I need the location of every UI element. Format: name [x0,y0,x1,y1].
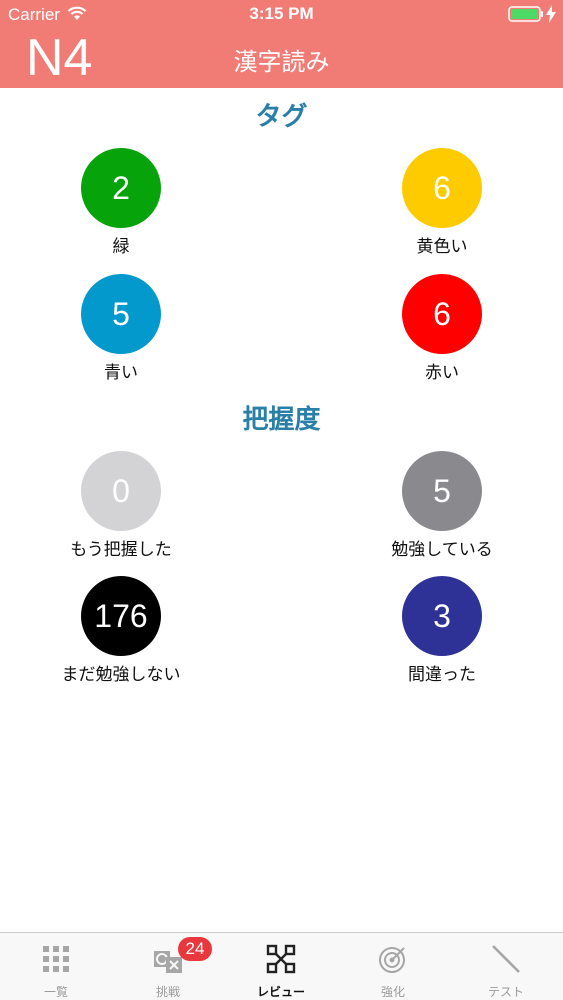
tag-blue[interactable]: 5 青い [21,274,221,383]
mastery-not-studied-label: まだ勉強しない [61,665,181,685]
tab-test[interactable]: テスト [450,933,562,1000]
tab-challenge[interactable]: 24 挑戦 [112,933,224,1000]
mastery-studying[interactable]: 5 勉強している [342,451,542,560]
mastery-section-title: 把握度 [242,405,321,435]
tag-red-count[interactable]: 6 [402,274,482,354]
status-bar: Carrier 3:15 PM [0,0,563,30]
tag-red[interactable]: 6 赤い [342,274,542,383]
tag-blue-count[interactable]: 5 [81,274,161,354]
tag-red-label: 赤い [425,363,459,383]
tag-green-label: 緑 [112,237,130,257]
mastery-wrong-count[interactable]: 3 [402,576,482,656]
tab-review-label: レビュー [256,985,305,999]
mastery-not-studied-count[interactable]: 176 [81,576,161,656]
mastery-studying-count[interactable]: 5 [402,451,482,531]
mastery-mastered-label: もう把握した [70,540,172,560]
mastery-not-studied[interactable]: 176 まだ勉強しない [21,576,221,685]
battery-icon [508,6,544,26]
tag-green-count[interactable]: 2 [81,148,161,228]
mastery-mastered-count[interactable]: 0 [81,451,161,531]
tag-yellow[interactable]: 6 黄色い [342,148,542,257]
grid-icon [40,943,72,975]
mastery-studying-label: 勉強している [391,540,493,560]
tab-strengthen-label: 強化 [380,985,405,999]
tab-list-label: 一覧 [43,985,68,999]
tags-section-title: タグ [255,102,308,132]
tab-bar: 一覧 24 挑戦 レビュー 強化 テスト [0,932,563,1000]
tag-yellow-label: 黄色い [416,237,468,257]
status-time: 3:15 PM [249,4,314,23]
tab-test-label: テスト [487,985,524,999]
tab-list[interactable]: 一覧 [0,933,112,1000]
tag-blue-label: 青い [104,363,138,383]
mastery-mastered[interactable]: 0 もう把握した [21,451,221,560]
pencil-icon [490,943,522,975]
tab-strengthen[interactable]: 強化 [337,933,449,1000]
tab-challenge-label: 挑戦 [155,985,180,999]
challenge-badge: 24 [178,937,212,961]
target-icon [377,943,409,975]
review-icon [265,943,297,975]
page-title: 漢字読み [233,48,330,76]
charging-bolt-icon [546,5,556,27]
mastery-wrong[interactable]: 3 間違った [342,576,542,685]
tag-green[interactable]: 2 緑 [21,148,221,257]
mastery-wrong-label: 間違った [408,665,476,685]
tag-yellow-count[interactable]: 6 [402,148,482,228]
tab-review[interactable]: レビュー [225,933,337,1000]
app-header: Carrier 3:15 PM N4 漢字読み [0,0,563,88]
